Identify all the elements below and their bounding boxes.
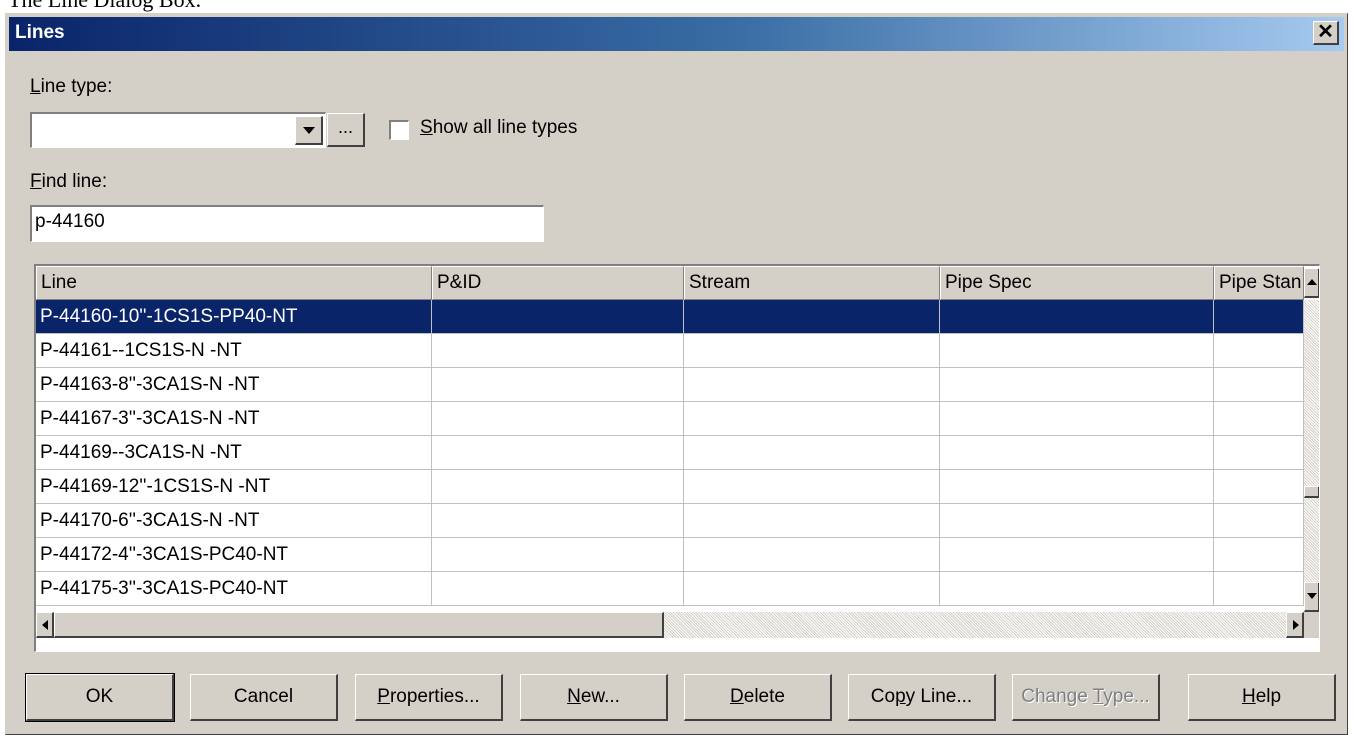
help-button[interactable]: Help [1188,674,1336,721]
pipe-standard-cell [1214,470,1304,504]
arrow-right-icon [1293,620,1299,630]
browse-line-type-button[interactable]: ... [327,113,365,147]
find-line-field[interactable] [30,205,544,242]
pid-cell [432,504,684,538]
window-title: Lines [15,22,65,43]
table-row[interactable]: P-44169-12''-1CS1S-N -NT [36,470,1304,504]
pipe-standard-cell [1214,572,1304,606]
scroll-down-button[interactable] [1304,582,1319,612]
arrow-down-icon [1307,593,1317,599]
find-line-label: Find line: [30,171,108,192]
table-row[interactable]: P-44169--3CA1S-N -NT [36,436,1304,470]
table-row[interactable]: P-44163-8''-3CA1S-N -NT [36,368,1304,402]
table-row[interactable]: P-44161--1CS1S-N -NT [36,334,1304,368]
table-row[interactable]: P-44175-3''-3CA1S-PC40-NT [36,572,1304,606]
pid-cell [432,368,684,402]
column-header-pipe-spec[interactable]: Pipe Spec [940,266,1214,300]
line-cell: P-44170-6''-3CA1S-N -NT [36,504,432,538]
pipe-spec-cell [940,538,1214,572]
pipe-standard-cell [1214,504,1304,538]
line-cell: P-44161--1CS1S-N -NT [36,334,432,368]
column-header-stream[interactable]: Stream [684,266,940,300]
show-all-line-types-label[interactable]: Show all line types [420,117,577,139]
column-header-line[interactable]: Line [36,266,432,300]
ok-button[interactable]: OK [25,673,175,722]
table-row[interactable]: P-44160-10''-1CS1S-PP40-NT [36,300,1304,334]
pipe-standard-cell [1214,436,1304,470]
pipe-standard-cell [1214,538,1304,572]
line-cell: P-44169--3CA1S-N -NT [36,436,432,470]
title-bar[interactable]: Lines ✕ [9,17,1344,51]
caption-text: The Line Dialog Box. [8,0,201,13]
pid-cell [432,334,684,368]
line-cell: P-44167-3''-3CA1S-N -NT [36,402,432,436]
pipe-standard-cell [1214,368,1304,402]
line-type-label: Line type: [30,76,113,97]
table-header: Line P&ID Stream Pipe Spec Pipe Stan [36,266,1319,300]
stream-cell [684,504,940,538]
stream-cell [684,470,940,504]
stream-cell [684,572,940,606]
stream-cell [684,368,940,402]
pipe-spec-cell [940,334,1214,368]
arrow-up-icon [1307,279,1317,285]
scroll-left-button[interactable] [36,612,54,638]
pipe-spec-cell [940,402,1214,436]
column-header-pid[interactable]: P&ID [432,266,684,300]
copy-line-button[interactable]: Copy Line... [848,674,996,721]
stream-cell [684,334,940,368]
pipe-standard-cell [1214,334,1304,368]
pipe-spec-cell [940,368,1214,402]
lines-dialog: Lines ✕ Line type: ... Show all line typ… [5,13,1348,735]
pid-cell [432,402,684,436]
line-cell: P-44169-12''-1CS1S-N -NT [36,470,432,504]
line-cell: P-44175-3''-3CA1S-PC40-NT [36,572,432,606]
change-type-button[interactable]: Change Type... [1012,674,1160,721]
line-cell: P-44163-8''-3CA1S-N -NT [36,368,432,402]
arrow-left-icon [42,620,48,630]
scroll-right-button[interactable] [1286,612,1304,638]
vertical-scroll-thumb[interactable] [1304,486,1319,498]
line-type-dropdown-button[interactable] [295,116,323,145]
pipe-spec-cell [940,572,1214,606]
pid-cell [432,436,684,470]
pid-cell [432,538,684,572]
pipe-standard-cell [1214,300,1304,334]
pid-cell [432,572,684,606]
find-line-input[interactable] [35,211,535,233]
line-cell: P-44172-4''-3CA1S-PC40-NT [36,538,432,572]
chevron-down-icon [303,127,315,134]
pipe-spec-cell [940,470,1214,504]
line-type-combobox[interactable] [30,112,326,148]
delete-button[interactable]: Delete [684,674,832,721]
horizontal-scroll-thumb[interactable] [54,612,664,638]
new-button[interactable]: New... [520,674,668,721]
pid-cell [432,470,684,504]
cancel-button[interactable]: Cancel [190,674,338,721]
scrollbar-corner [1304,612,1319,638]
show-all-line-types-checkbox[interactable] [389,120,409,140]
column-header-pipe-standard[interactable]: Pipe Stan [1214,266,1304,300]
properties-button[interactable]: Properties... [355,674,503,721]
lines-table: Line P&ID Stream Pipe Spec Pipe Stan P-4… [34,264,1320,652]
vertical-scrollbar[interactable] [1304,300,1319,612]
stream-cell [684,402,940,436]
line-cell: P-44160-10''-1CS1S-PP40-NT [36,300,432,334]
table-row[interactable]: P-44172-4''-3CA1S-PC40-NT [36,538,1304,572]
close-icon: ✕ [1317,21,1334,43]
close-button[interactable]: ✕ [1313,21,1339,45]
pipe-standard-cell [1214,402,1304,436]
stream-cell [684,300,940,334]
pipe-spec-cell [940,504,1214,538]
pipe-spec-cell [940,300,1214,334]
stream-cell [684,538,940,572]
stream-cell [684,436,940,470]
pipe-spec-cell [940,436,1214,470]
table-row[interactable]: P-44167-3''-3CA1S-N -NT [36,402,1304,436]
pid-cell [432,300,684,334]
table-row[interactable]: P-44170-6''-3CA1S-N -NT [36,504,1304,538]
scroll-up-button[interactable] [1304,268,1319,298]
